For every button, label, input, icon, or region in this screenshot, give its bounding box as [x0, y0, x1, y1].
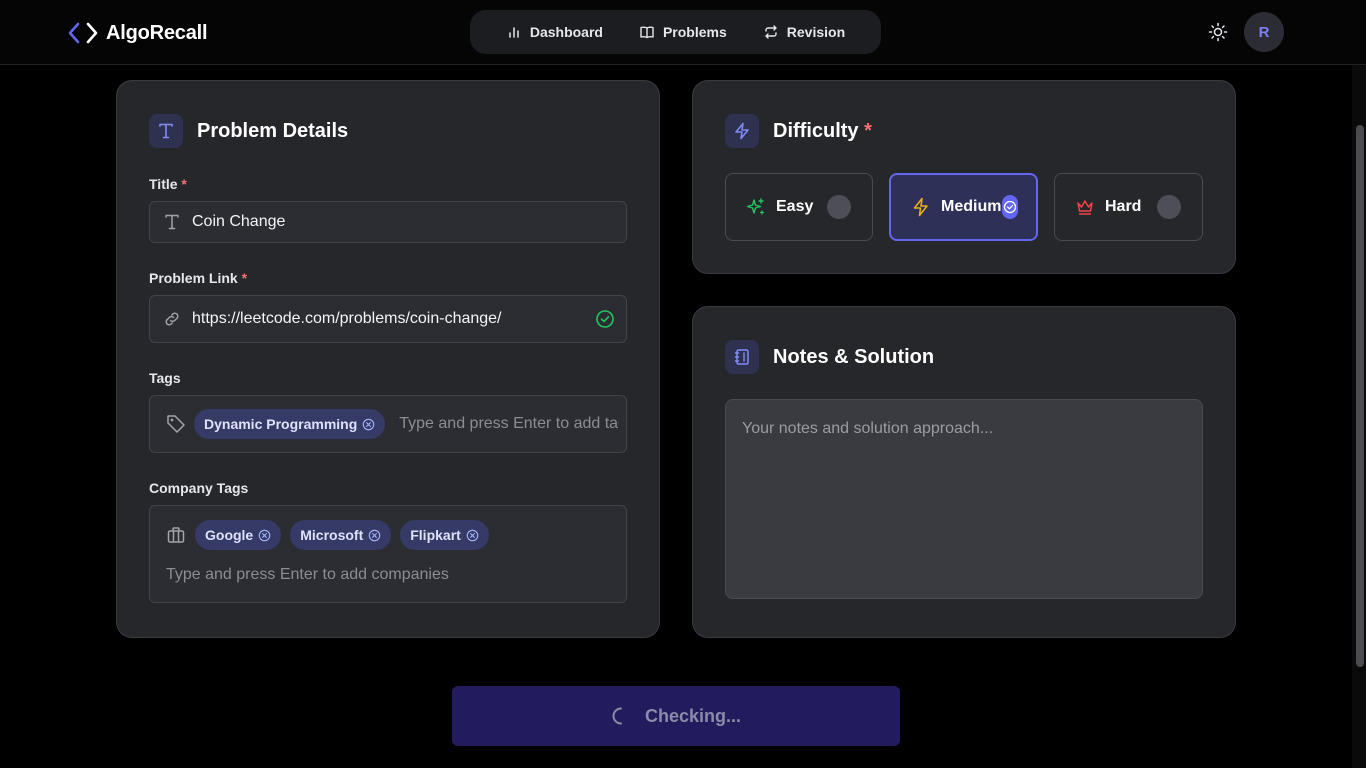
difficulty-heading: Difficulty *	[725, 114, 872, 148]
difficulty-label: Easy	[776, 198, 814, 215]
radio-unselected[interactable]	[827, 195, 851, 219]
difficulty-label: Medium	[941, 198, 1002, 215]
briefcase-icon	[167, 527, 185, 543]
radio-unselected[interactable]	[1157, 195, 1181, 219]
main-nav: Dashboard Problems Revision	[470, 10, 881, 54]
notes-placeholder: Your notes and solution approach...	[742, 420, 994, 437]
required-mark: *	[241, 270, 248, 286]
company-chip-label: Google	[205, 527, 254, 543]
type-icon	[165, 214, 179, 230]
remove-company-icon[interactable]	[368, 529, 381, 542]
tags-placeholder[interactable]: Type and press Enter to add tags	[399, 415, 619, 433]
problem-details-heading: Problem Details	[149, 114, 348, 148]
required-mark: *	[181, 176, 187, 192]
title-label: Title *	[149, 176, 187, 192]
radio-selected-check-icon[interactable]	[1002, 195, 1018, 219]
difficulty-label: Hard	[1105, 198, 1142, 215]
code-brackets-icon	[68, 18, 100, 48]
crown-icon	[1077, 200, 1093, 215]
title-value: Coin Change	[192, 213, 286, 230]
nav-item-problems[interactable]: Problems	[623, 15, 743, 49]
submit-button[interactable]: Checking...	[452, 686, 900, 746]
company-tags-label: Company Tags	[149, 480, 249, 496]
zap-icon	[913, 197, 928, 217]
company-placeholder[interactable]: Type and press Enter to add companies	[166, 566, 449, 584]
nav-label: Dashboard	[529, 24, 603, 40]
required-mark: *	[864, 119, 872, 142]
nav-label: Revision	[786, 24, 846, 40]
zap-icon	[725, 114, 759, 148]
user-avatar[interactable]: R	[1244, 12, 1284, 52]
company-chip: Google	[195, 520, 282, 550]
theme-toggle-button[interactable]	[1204, 18, 1232, 46]
app-name: AlgoRecall	[106, 21, 208, 44]
nav-label: Problems	[662, 24, 727, 40]
company-chip: Microsoft	[290, 520, 392, 550]
tag-icon	[167, 415, 185, 433]
company-chip-row: Google Microsoft Flipkart	[166, 520, 489, 550]
brand-logo[interactable]: AlgoRecall	[68, 18, 208, 48]
top-header: AlgoRecall Dashboard Problems Revision R	[0, 0, 1366, 65]
title-input[interactable]: Coin Change	[149, 201, 627, 243]
difficulty-option-medium[interactable]: Medium	[889, 173, 1038, 241]
difficulty-option-hard[interactable]: Hard	[1054, 173, 1203, 241]
bar-chart-icon	[509, 27, 519, 38]
problem-link-value: https://leetcode.com/problems/coin-chang…	[192, 310, 502, 327]
company-chip: Flipkart	[400, 520, 489, 550]
title-label-text: Title	[149, 176, 178, 192]
book-open-icon	[640, 26, 654, 39]
problem-link-label: Problem Link *	[149, 270, 247, 286]
remove-company-icon[interactable]	[258, 529, 271, 542]
card-heading-text: Difficulty	[773, 119, 859, 142]
notes-heading: Notes & Solution	[725, 340, 934, 374]
scrollbar-thumb[interactable]	[1356, 125, 1364, 667]
company-chip-label: Flipkart	[410, 527, 461, 543]
spinner-icon	[612, 707, 622, 725]
sparkles-icon	[746, 198, 765, 215]
link-icon	[165, 312, 179, 326]
remove-tag-icon[interactable]	[362, 418, 375, 431]
tag-chip-label: Dynamic Programming	[204, 416, 358, 432]
difficulty-option-easy[interactable]: Easy	[725, 173, 873, 241]
page-scrollbar[interactable]	[1352, 65, 1366, 768]
card-heading-text: Notes & Solution	[773, 345, 935, 368]
nav-item-revision[interactable]: Revision	[747, 15, 861, 49]
company-chip-label: Microsoft	[300, 527, 364, 543]
problem-link-input[interactable]: https://leetcode.com/problems/coin-chang…	[149, 295, 627, 343]
notes-textarea[interactable]: Your notes and solution approach...	[725, 399, 1203, 599]
link-label-text: Problem Link	[149, 270, 238, 286]
tags-input-box[interactable]: Dynamic Programming Type and press Enter…	[149, 395, 627, 453]
card-heading-text: Problem Details	[197, 119, 349, 142]
tags-label: Tags	[149, 370, 181, 386]
type-icon	[149, 114, 183, 148]
nav-item-dashboard[interactable]: Dashboard	[490, 15, 619, 49]
sun-icon	[1208, 22, 1228, 42]
notebook-icon	[725, 340, 759, 374]
problem-details-card: Problem Details Title * Coin Change Prob…	[116, 80, 660, 638]
submit-label: Checking...	[644, 705, 742, 726]
tag-chip: Dynamic Programming	[194, 409, 386, 439]
check-circle-icon	[596, 310, 614, 328]
company-tags-input-box[interactable]: Google Microsoft Flipkart Type and press…	[149, 505, 627, 603]
remove-company-icon[interactable]	[466, 529, 479, 542]
repeat-icon	[765, 25, 777, 39]
